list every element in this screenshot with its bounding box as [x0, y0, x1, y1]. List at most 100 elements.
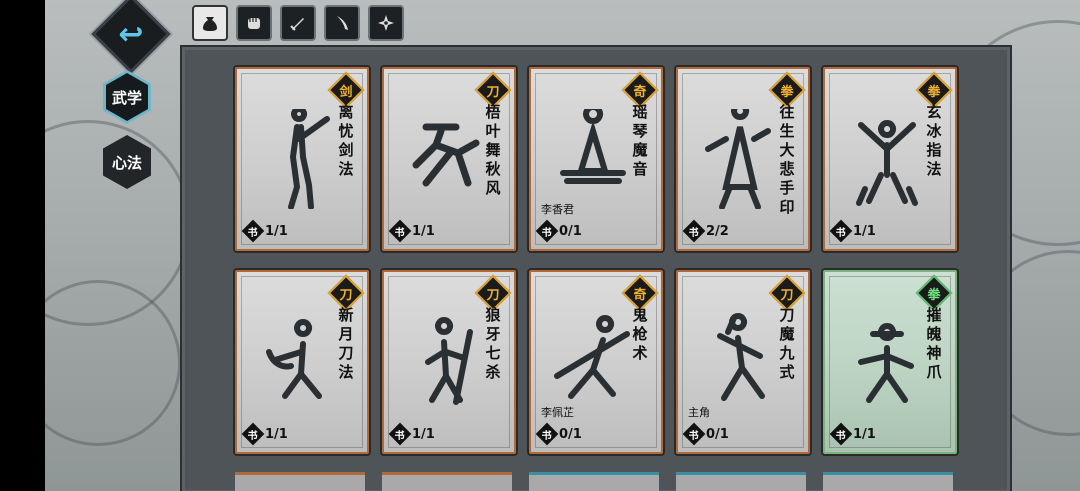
back-button[interactable]: ↩	[91, 0, 171, 74]
skill-name: 摧魄神爪	[926, 306, 942, 381]
skill-type-label: 刀	[486, 84, 500, 100]
fist-icon	[248, 18, 260, 29]
filter-bag-button[interactable]	[192, 5, 228, 41]
skill-name: 玄冰指法	[926, 103, 942, 178]
book-glyph: 书	[689, 227, 699, 239]
bag-icon	[203, 17, 217, 31]
martial-artist-silhouette-icon	[412, 123, 480, 187]
skill-type-label: 拳	[927, 84, 941, 100]
skill-card[interactable]: 刀梧叶舞秋风书 1/1	[382, 67, 516, 251]
skill-card[interactable]: 刀新月刀法书 1/1	[235, 270, 369, 454]
book-count: 书 0/1	[535, 422, 582, 446]
book-glyph: 书	[836, 430, 846, 442]
book-icon: 书	[682, 422, 706, 446]
martial-artist-silhouette-icon	[856, 120, 918, 206]
book-icon: 书	[535, 219, 559, 243]
book-count-value: 0/1	[559, 223, 582, 239]
skill-type-label: 拳	[927, 287, 941, 303]
book-icon: 书	[241, 219, 265, 243]
book-glyph: 书	[689, 430, 699, 442]
book-icon: 书	[535, 422, 559, 446]
book-glyph: 书	[542, 430, 552, 442]
filter-fist-button[interactable]	[236, 5, 272, 41]
martial-artist-silhouette-icon	[266, 319, 322, 399]
skill-type-label: 刀	[780, 287, 794, 303]
book-count-value: 1/1	[265, 426, 288, 442]
book-count: 书 1/1	[829, 219, 876, 243]
skill-card[interactable]: 刀狼牙七杀书 1/1	[382, 270, 516, 454]
skill-name: 狼牙七杀	[485, 306, 501, 381]
book-count: 书 1/1	[241, 422, 288, 446]
martial-artist-silhouette-icon	[288, 109, 330, 209]
book-glyph: 书	[836, 227, 846, 239]
wave-decoration	[45, 280, 181, 446]
book-count: 书 1/1	[241, 219, 288, 243]
skill-card[interactable]: 拳往生大悲手印书 2/2	[676, 67, 810, 251]
skill-name: 梧叶舞秋风	[485, 103, 501, 197]
skill-owner: 李香君	[541, 203, 574, 216]
skill-type-label: 奇	[633, 84, 647, 100]
skill-type-label: 剑	[339, 84, 353, 100]
book-count-value: 2/2	[706, 223, 729, 239]
card-peek	[676, 472, 806, 491]
skill-card[interactable]: 拳玄冰指法书 1/1	[823, 67, 957, 251]
blade-icon	[337, 16, 348, 30]
book-icon: 书	[388, 422, 412, 446]
card-peek	[823, 472, 953, 491]
martial-artist-silhouette-icon	[425, 317, 473, 405]
book-glyph: 书	[395, 430, 405, 442]
martial-artist-silhouette-icon	[717, 313, 765, 401]
book-count: 书 0/1	[535, 219, 582, 243]
tab-label: 武学	[111, 88, 142, 107]
book-count-value: 1/1	[853, 426, 876, 442]
book-count-value: 1/1	[412, 223, 435, 239]
book-count-value: 1/1	[412, 426, 435, 442]
tab-martial-arts[interactable]: 武学	[103, 70, 151, 124]
sword-icon	[290, 18, 304, 31]
martial-artist-silhouette-icon	[554, 315, 630, 399]
book-count-value: 0/1	[559, 426, 582, 442]
card-peek	[382, 472, 512, 491]
book-glyph: 书	[542, 227, 552, 239]
skill-card[interactable]: 奇瑶琴魔音李香君书 0/1	[529, 67, 663, 251]
skill-type-label: 刀	[339, 287, 353, 303]
book-glyph: 书	[395, 227, 405, 239]
skill-name: 鬼枪术	[632, 306, 648, 362]
book-count: 书 1/1	[829, 422, 876, 446]
filter-blade-button[interactable]	[324, 5, 360, 41]
skill-type-label: 拳	[780, 84, 794, 100]
skill-card[interactable]: 奇鬼枪术李佩芷书 0/1	[529, 270, 663, 454]
filter-sword-button[interactable]	[280, 5, 316, 41]
skill-name: 瑶琴魔音	[632, 103, 648, 178]
skill-card[interactable]: 刀刀魔九式主角书 0/1	[676, 270, 810, 454]
book-count: 书 0/1	[682, 422, 729, 446]
martial-artist-silhouette-icon	[858, 323, 914, 403]
book-icon: 书	[388, 219, 412, 243]
skill-card[interactable]: 剑离忧剑法书 1/1	[235, 67, 369, 251]
book-icon: 书	[829, 219, 853, 243]
card-peek	[529, 472, 659, 491]
martial-artist-silhouette-icon	[705, 109, 771, 209]
filter-shuriken-button[interactable]	[368, 5, 404, 41]
book-icon: 书	[682, 219, 706, 243]
skill-name: 新月刀法	[338, 306, 354, 381]
skill-card[interactable]: 拳摧魄神爪书 1/1	[823, 270, 957, 454]
skill-name: 往生大悲手印	[779, 103, 795, 216]
card-peek	[235, 472, 365, 491]
book-count-value: 1/1	[853, 223, 876, 239]
skill-name: 离忧剑法	[338, 103, 354, 178]
skill-owner: 主角	[688, 406, 710, 419]
book-count-value: 0/1	[706, 426, 729, 442]
book-icon: 书	[241, 422, 265, 446]
back-arrow-icon: ↩	[118, 16, 144, 52]
book-glyph: 书	[248, 430, 258, 442]
book-count: 书 1/1	[388, 219, 435, 243]
skill-name: 刀魔九式	[779, 306, 795, 381]
game-screen: ↩ 武学 心法 剑离忧剑法书 1/1 刀梧叶舞秋风书 1/1 奇瑶琴魔音 李香君书 0/1 拳…	[45, 0, 1080, 491]
skill-owner: 李佩芷	[541, 406, 574, 419]
skill-type-label: 奇	[633, 287, 647, 303]
martial-artist-silhouette-icon	[560, 109, 626, 184]
book-glyph: 书	[248, 227, 258, 239]
book-count: 书 2/2	[682, 219, 729, 243]
book-count: 书 1/1	[388, 422, 435, 446]
